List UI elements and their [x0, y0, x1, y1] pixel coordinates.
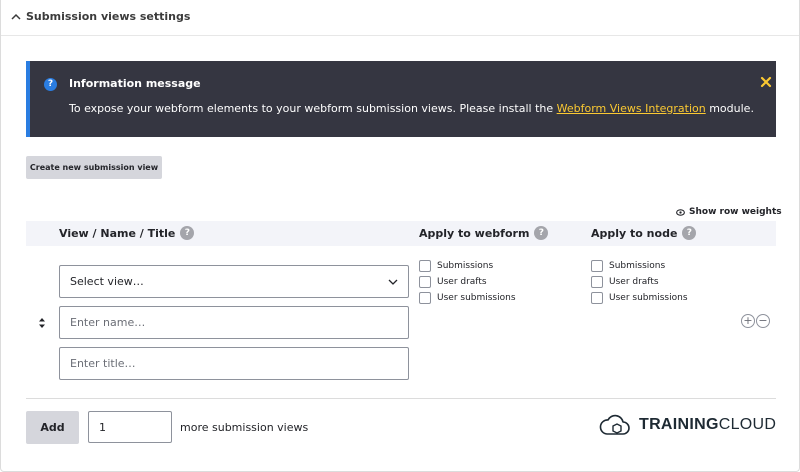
- name-input[interactable]: [59, 306, 409, 339]
- more-count-input[interactable]: [88, 411, 172, 443]
- column-apply-to-webform: Apply to webform ?: [419, 226, 549, 240]
- checkbox-row[interactable]: User submissions: [591, 290, 688, 306]
- logo-bold: TRAINING: [639, 416, 719, 433]
- section-title: Submission views settings: [26, 10, 191, 23]
- checkbox-row[interactable]: User drafts: [419, 274, 516, 290]
- checkbox[interactable]: [419, 260, 431, 272]
- eye-icon: [676, 208, 685, 216]
- checkbox-label: User submissions: [437, 293, 516, 303]
- help-icon[interactable]: ?: [180, 226, 195, 240]
- node-options: Submissions User drafts User submissions: [591, 258, 688, 306]
- logo-wordmark: TRAININGCLOUD: [639, 416, 776, 434]
- chevron-up-icon[interactable]: [10, 11, 22, 23]
- column-label: Apply to webform: [419, 226, 530, 240]
- checkbox[interactable]: [591, 260, 603, 272]
- help-icon[interactable]: ?: [534, 226, 549, 240]
- add-row-icon[interactable]: +: [741, 314, 755, 328]
- checkbox[interactable]: [591, 276, 603, 288]
- checkbox-label: User drafts: [609, 277, 659, 287]
- view-select[interactable]: Select view…: [59, 265, 409, 298]
- message-text-after: module.: [705, 102, 754, 115]
- checkbox-label: User drafts: [437, 277, 487, 287]
- more-submission-views-label: more submission views: [180, 421, 309, 434]
- section-header[interactable]: Submission views settings: [1, 0, 799, 36]
- checkbox[interactable]: [419, 292, 431, 304]
- column-apply-to-node: Apply to node ?: [591, 226, 697, 240]
- checkbox-row[interactable]: Submissions: [419, 258, 516, 274]
- checkbox[interactable]: [419, 276, 431, 288]
- checkbox-row[interactable]: Submissions: [591, 258, 688, 274]
- close-icon[interactable]: [759, 75, 773, 89]
- message-text: To expose your webform elements to your …: [69, 102, 754, 115]
- drag-handle-icon[interactable]: [36, 317, 48, 329]
- checkbox-label: Submissions: [609, 261, 666, 271]
- remove-row-icon[interactable]: −: [756, 314, 770, 328]
- webform-views-integration-link[interactable]: Webform Views Integration: [557, 102, 706, 115]
- logo-light: CLOUD: [718, 416, 777, 433]
- show-row-weights-label: Show row weights: [689, 207, 782, 217]
- divider: [26, 398, 776, 399]
- message-text-before: To expose your webform elements to your …: [69, 102, 557, 115]
- row-actions: + −: [741, 314, 770, 328]
- message-title: Information message: [69, 77, 201, 90]
- question-icon: ?: [44, 78, 57, 91]
- column-view-name-title: View / Name / Title ?: [59, 226, 195, 240]
- help-icon[interactable]: ?: [682, 226, 697, 240]
- show-row-weights-toggle[interactable]: Show row weights: [676, 207, 782, 217]
- information-message: ? Information message To expose your web…: [26, 61, 776, 137]
- trainingcloud-logo: TRAININGCLOUD: [599, 411, 776, 439]
- cloud-logo-icon: [599, 414, 630, 435]
- checkbox-row[interactable]: User submissions: [419, 290, 516, 306]
- checkbox-label: Submissions: [437, 261, 494, 271]
- create-submission-view-button[interactable]: Create new submission view: [26, 156, 162, 179]
- checkbox[interactable]: [591, 292, 603, 304]
- checkbox-label: User submissions: [609, 293, 688, 303]
- column-label: Apply to node: [591, 226, 678, 240]
- checkbox-row[interactable]: User drafts: [591, 274, 688, 290]
- table-header: View / Name / Title ? Apply to webform ?…: [26, 221, 776, 246]
- webform-options: Submissions User drafts User submissions: [419, 258, 516, 306]
- column-label: View / Name / Title: [59, 226, 176, 240]
- title-input[interactable]: [59, 347, 409, 380]
- submission-views-panel: Submission views settings ? Information …: [0, 0, 800, 472]
- view-select-value: Select view…: [70, 275, 144, 288]
- add-button[interactable]: Add: [26, 411, 79, 444]
- chevron-down-icon: [388, 279, 398, 285]
